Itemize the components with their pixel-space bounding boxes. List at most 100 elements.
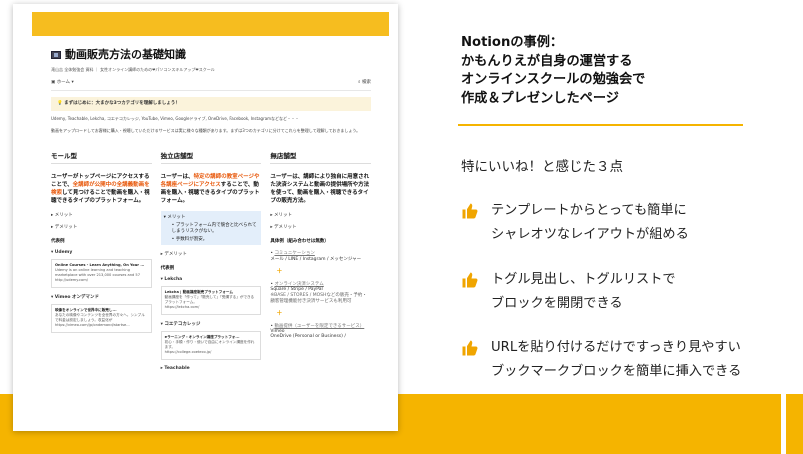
toggle-udemy[interactable]: ▾ Udemy — [51, 250, 152, 255]
callout-block: 💡 まずはじめに：大まかな3つカテゴリを理解しましょう！ — [51, 97, 371, 112]
examples-heading: 具体例（組み合わせは無数） — [270, 238, 329, 244]
band-divider — [781, 394, 786, 454]
toggle-header: ▾ メリット — [163, 214, 186, 220]
list-item: • 手数料が割安。 — [171, 236, 208, 242]
bookmark-url: http://udemy.com/ — [55, 278, 88, 283]
page-title: 動画販売方法の基礎知識 — [51, 48, 371, 63]
column-lead: ユーザーは、特定の講師の教室ページや各講座ページにアクセスすることで、動画を購入… — [161, 174, 262, 206]
bookmark-desc: Udemy is an online learning and teaching… — [55, 268, 140, 278]
point-line: シャレオツなレイアウトが組める — [491, 226, 689, 242]
bookmark-desc: 動画講座を「作って」「販売して」「受講する」ができるプラットフォーム。 — [164, 295, 255, 305]
column-heading: モール型 — [51, 150, 152, 164]
item-text: Square / Stripe / PayPal — [270, 286, 323, 292]
title-line: オンラインスクールの勉強会で — [461, 72, 646, 88]
toggle-coeteco[interactable]: ▾ コエテコカレッジ — [161, 321, 262, 327]
toggle-merit-open[interactable]: ▾ メリット • プラットフォーム内で競合と比べられてしまうリスクがない。 • … — [160, 210, 262, 245]
bookmark-card[interactable]: eラーニング・オンライン講座プラットフォ... 初心・手順・作り・使いで自由にオ… — [160, 330, 262, 360]
toggle-label: デメリット — [164, 251, 187, 257]
item-text: メール / LINE / Instagram / メッセンジャー — [270, 256, 362, 262]
point-line: URLを貼り付けるだけですっきり見やすい — [491, 340, 741, 355]
toggle-lekcha[interactable]: ▾ Lekcha — [161, 277, 262, 282]
column-heading: 独立店舗型 — [160, 150, 262, 164]
point-item: トグル見出し、トグルリストで ブロックを開閉できる — [461, 268, 676, 316]
bookmark-title: 映像をオンラインで世界中に販売し... — [55, 307, 117, 312]
lead-text: ユーザーは、 — [160, 174, 194, 180]
slide-title: Notionの事例： かもんりえが自身の運営する オンラインスクールの勉強会で … — [461, 34, 761, 109]
bookmark-desc: 初心・手順・作り・使いで自由にオンライン講座を作れます。 — [164, 339, 255, 350]
item-text: OneDrive (Personal or Business) / — [270, 333, 346, 339]
item-link[interactable]: コミュニケーション — [274, 251, 314, 256]
list-item-text: プラットフォーム内で競合と比べられてしまうリスクがない。 — [171, 222, 257, 234]
toggle-demerit[interactable]: ▸ デメリット — [161, 251, 262, 257]
search-button[interactable]: ⌕ 検索 — [358, 80, 371, 86]
toggle-label: メリット — [274, 212, 293, 218]
toggle-vimeo[interactable]: ▾ Vimeo オンデマンド — [51, 294, 152, 300]
toggle-label: デメリット — [54, 224, 78, 230]
toggle-teachable[interactable]: ▸ Teachable — [161, 366, 262, 371]
list-item-text: 手数料が割安。 — [175, 236, 208, 242]
toggle-label: Udemy — [54, 249, 73, 255]
bookmark-url: https://vimeo.com/jp/ondemand/startse... — [55, 323, 130, 328]
column-nostore: 無店舗型 ユーザーは、講師により独自に用意された決済システムと動画の提供場所や方… — [270, 150, 372, 371]
bookmark-title: Lekcha | 動画講座販売プラットフォーム — [164, 289, 233, 294]
toggle-label: メリット — [167, 214, 186, 220]
bookmark-card[interactable]: Lekcha | 動画講座販売プラットフォーム 動画講座を「作って」「販売して」… — [160, 285, 262, 315]
bookmark-desc: あなたの映像やコンテンツを全世界の方々へ。シンプルで料金は設定しましょう。収益化… — [55, 312, 145, 323]
column-lead: ユーザーは、講師により独自に用意された決済システムと動画の提供場所や方法を使って… — [270, 174, 370, 204]
toggle-merit[interactable]: ▸ メリット — [51, 212, 152, 218]
toggle-label: デメリット — [274, 224, 297, 230]
page-cover-banner — [32, 12, 389, 36]
point-text: URLを貼り付けるだけですっきり見やすい ブックマークブロックを簡単に挿入できる — [491, 336, 741, 384]
examples-heading: 代表例 — [160, 265, 175, 271]
home-link[interactable]: ▣ ホーム ▾ — [51, 80, 74, 86]
slide-title-text: Notionの事例： かもんりえが自身の運営する オンラインスクールの勉強会で … — [461, 34, 761, 109]
toggle-label: コエテコカレッジ — [164, 321, 201, 327]
home-label: ホーム — [56, 80, 71, 86]
item-link[interactable]: 動画提供（ユーザーを限定できるサービス） — [274, 324, 364, 329]
point-line: ブックマークブロックを簡単に挿入できる — [491, 363, 742, 379]
lead-text: して見つけることで動画を購入・視聴できるタイプのプラットフォーム。 — [51, 189, 150, 204]
list-item: • オンライン決済システム Square / Stripe / PayPal ※BA… — [270, 281, 367, 304]
bookmark-title: Online Courses - Learn Anything, On Your… — [55, 262, 145, 267]
page-title-text: 動画販売方法の基礎知識 — [65, 48, 186, 61]
notion-page-screenshot: 動画販売方法の基礎知識 滝山吉 全体勉強会 資料 ｜ 女性オンライン講師のための… — [13, 4, 398, 431]
bookmark-title: eラーニング・オンライン講座プラットフォ... — [164, 334, 240, 339]
bookmark-card[interactable]: 映像をオンラインで世界中に販売し... あなたの映像やコンテンツを全世界の方々へ… — [51, 303, 152, 333]
toggle-label: Lekcha — [164, 276, 183, 282]
point-line: トグル見出し、トグルリストで — [491, 272, 676, 287]
list-item: • コミュニケーション メール / LINE / Instagram / メッセン… — [270, 250, 362, 262]
item-note: ※BASE / STORES / MOSHなどの販売・予約・顧客管理機能付き決済… — [270, 292, 367, 304]
point-text: テンプレートからとっても簡単に シャレオツなレイアウトが組める — [491, 199, 689, 247]
search-label: 検索 — [362, 80, 371, 86]
three-column-layout: モール型 ユーザーがトップページにアクセスすることで、全講師が公開中の全講義動画… — [51, 150, 372, 371]
list-item: • プラットフォーム内で競合と比べられてしまうリスクがない。 — [171, 222, 257, 234]
thumbs-up-icon — [462, 203, 478, 219]
toggle-demerit[interactable]: ▸ デメリット — [270, 224, 371, 230]
toggle-label: メリット — [54, 212, 73, 218]
page-meta: 滝山吉 全体勉強会 資料 ｜ 女性オンライン講師のための❤パソコンスキルアップ❤… — [51, 66, 215, 72]
title-line: かもんりえが自身の運営する — [461, 53, 633, 69]
film-icon — [51, 51, 61, 60]
toggle-label: Vimeo オンデマンド — [54, 294, 100, 300]
intro-text-2: 動画をアップロードしてお客様に購入・視聴していただけるサービスは実に様々な種類が… — [51, 127, 361, 133]
thumbs-up-icon — [462, 340, 478, 356]
point-text: トグル見出し、トグルリストで ブロックを開閉できる — [491, 268, 676, 316]
point-line: テンプレートからとっても簡単に — [491, 203, 687, 218]
toggle-merit[interactable]: ▸ メリット — [270, 212, 371, 218]
thumbs-up-icon — [462, 272, 478, 288]
points-heading: 特にいいね！と感じた３点 — [461, 159, 623, 175]
intro-text-1: Udemy, Teachable, Lekcha, コエテコカレッジ, YouT… — [51, 116, 299, 122]
bookmark-url: https://college.coeteco.jp/ — [164, 350, 212, 355]
column-mall: モール型 ユーザーがトップページにアクセスすることで、全講師が公開中の全講義動画… — [51, 150, 152, 371]
divider-line — [458, 124, 743, 126]
list-item: • 動画提供（ユーザーを限定できるサービス） Vimeo OneDrive (Per… — [270, 323, 365, 339]
column-lead: ユーザーがトップページにアクセスすることで、全講師が公開中の全講義動画を検索して… — [51, 174, 152, 206]
plus-icon: ＋ — [276, 267, 283, 275]
examples-heading: 代表例 — [51, 238, 65, 244]
column-store: 独立店舗型 ユーザーは、特定の講師の教室ページや各講座ページにアクセスすることで… — [160, 150, 262, 371]
toggle-demerit[interactable]: ▸ デメリット — [51, 224, 152, 230]
toggle-label: Teachable — [164, 365, 190, 371]
bookmark-card[interactable]: Online Courses - Learn Anything, On Your… — [51, 258, 152, 288]
callout-text: まずはじめに：大まかな3つカテゴリを理解しましょう！ — [64, 101, 180, 107]
plus-icon: ＋ — [276, 309, 283, 317]
